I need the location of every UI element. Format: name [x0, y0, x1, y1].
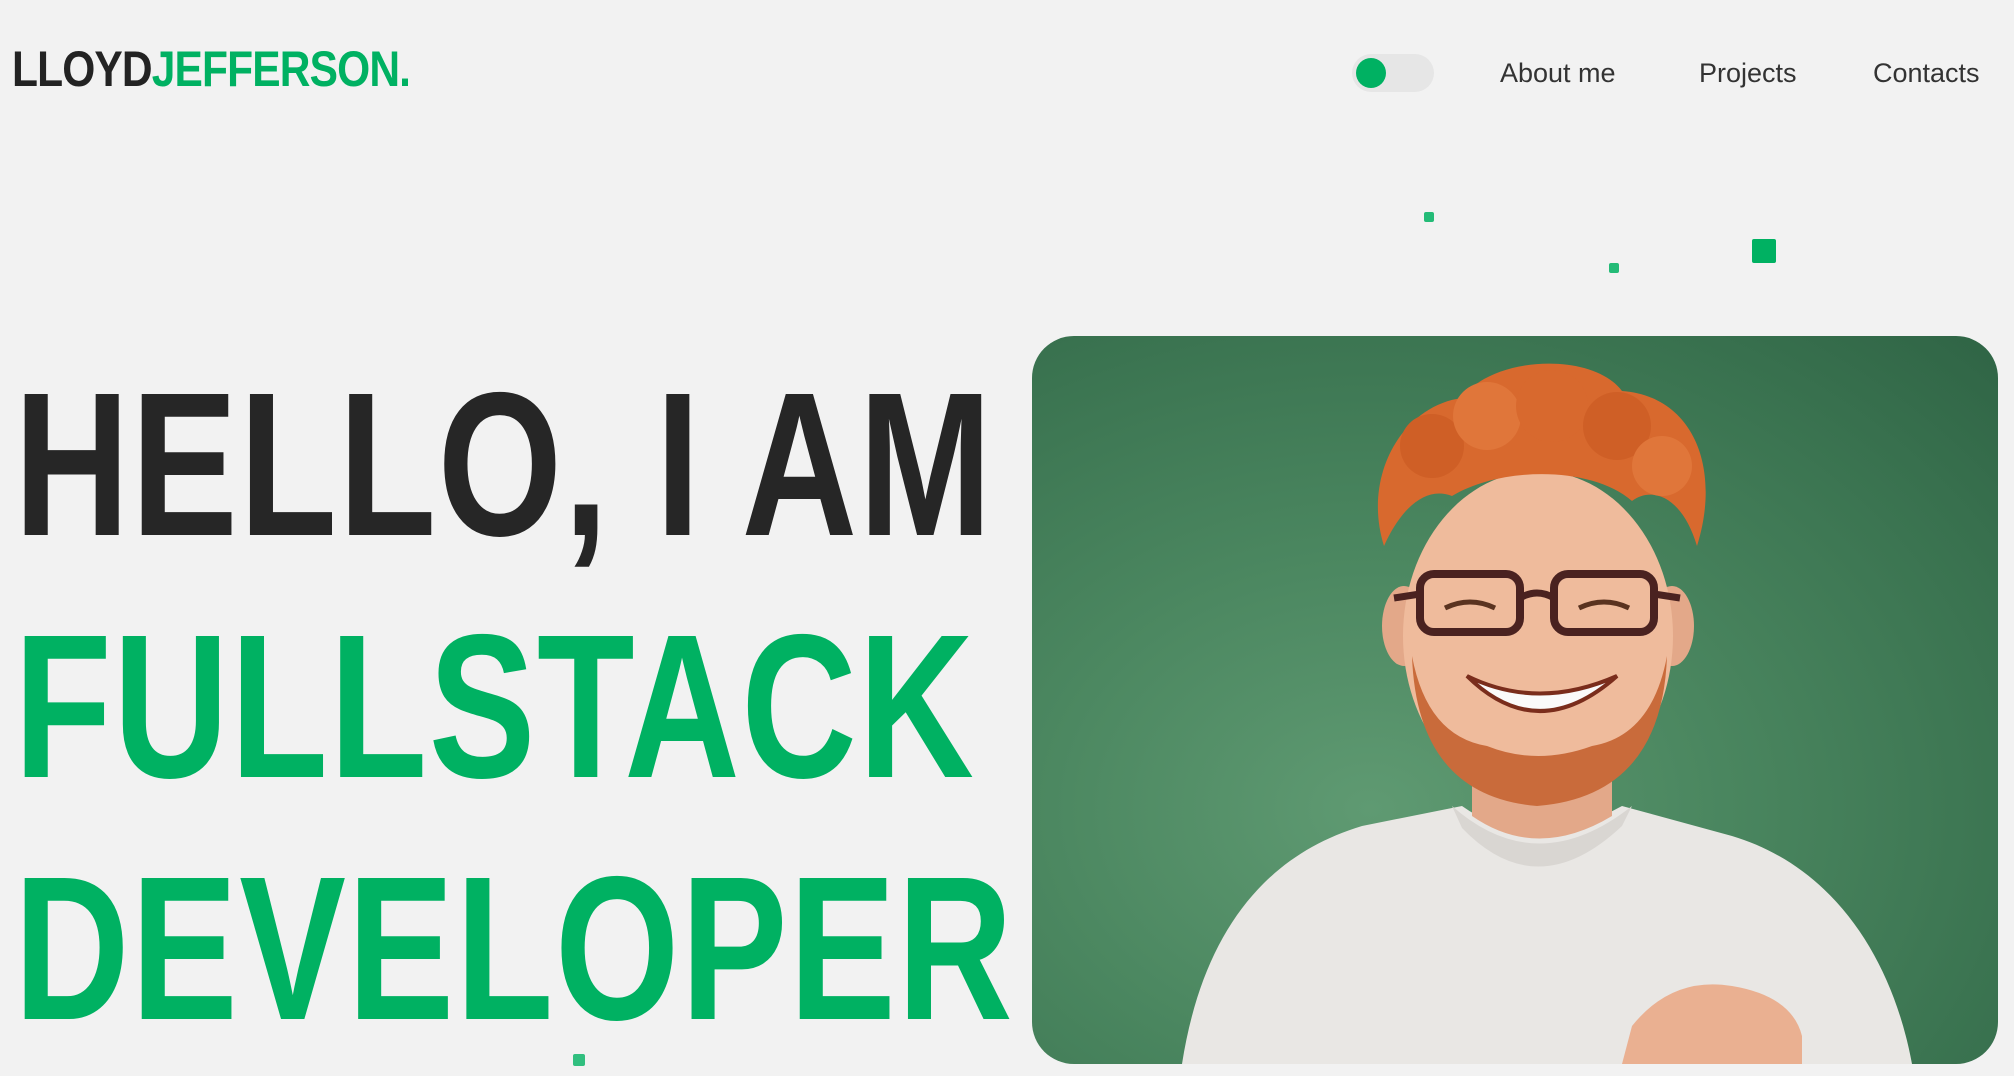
theme-toggle[interactable] [1352, 54, 1434, 92]
nav-projects-link[interactable]: Projects [1699, 56, 1797, 90]
hero-heading-line-1: HELLO, I AM [14, 350, 994, 579]
nav-about-me-link[interactable]: About me [1500, 56, 1616, 90]
nav-contacts-link[interactable]: Contacts [1873, 56, 1980, 90]
hero-heading-line-3: DEVELOPER [14, 834, 1015, 1063]
decorative-particle [1609, 263, 1619, 273]
logo[interactable]: LLOYDJEFFERSON. [12, 41, 411, 97]
logo-first-name: LLOYD [12, 41, 153, 97]
decorative-particle [1752, 239, 1776, 263]
hero-heading-line-2: FULLSTACK [14, 592, 976, 821]
theme-toggle-knob [1356, 58, 1386, 88]
profile-photo [1032, 336, 1998, 1064]
decorative-particle [1424, 212, 1434, 222]
page: LLOYDJEFFERSON. About me Projects Contac… [0, 0, 2014, 1076]
logo-last-name: JEFFERSON. [151, 41, 411, 97]
profile-photo-illustration [1182, 363, 1912, 1064]
